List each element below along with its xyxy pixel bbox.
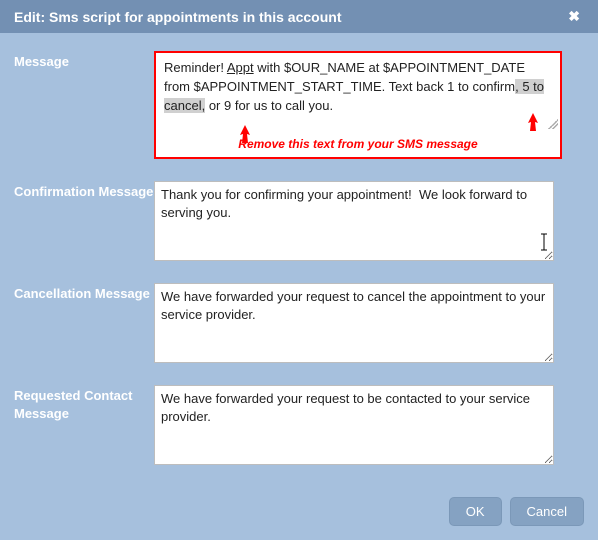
- requested-label: Requested Contact Message: [14, 385, 154, 422]
- row-confirmation: Confirmation Message: [14, 181, 584, 261]
- message-textarea[interactable]: Reminder! Appt with $OUR_NAME at $APPOIN…: [158, 55, 558, 133]
- cancellation-label: Cancellation Message: [14, 283, 154, 303]
- row-cancellation: Cancellation Message: [14, 283, 584, 363]
- resize-handle-icon[interactable]: [548, 119, 558, 129]
- cancellation-textarea[interactable]: [154, 283, 554, 363]
- confirmation-textarea[interactable]: [154, 181, 554, 261]
- message-field-wrap: Reminder! Appt with $OUR_NAME at $APPOIN…: [154, 51, 584, 159]
- message-annotation-box: Reminder! Appt with $OUR_NAME at $APPOIN…: [154, 51, 562, 159]
- close-icon[interactable]: ✖: [564, 8, 584, 25]
- message-label: Message: [14, 51, 154, 71]
- ok-button[interactable]: OK: [449, 497, 502, 526]
- dialog-titlebar[interactable]: Edit: Sms script for appointments in thi…: [0, 0, 598, 33]
- annotation-caption: Remove this text from your SMS message: [158, 133, 558, 151]
- edit-sms-dialog: Edit: Sms script for appointments in thi…: [0, 0, 598, 540]
- confirmation-label: Confirmation Message: [14, 181, 154, 201]
- message-text-part: or 9 for us to call you.: [205, 98, 333, 113]
- dialog-title: Edit: Sms script for appointments in thi…: [14, 9, 341, 25]
- message-text-part: Reminder!: [164, 60, 227, 75]
- cancel-button[interactable]: Cancel: [510, 497, 584, 526]
- dialog-footer: OK Cancel: [0, 497, 598, 540]
- annotation-arrow-icon: [526, 113, 538, 129]
- row-message: Message Reminder! Appt with $OUR_NAME at…: [14, 51, 584, 159]
- row-requested: Requested Contact Message: [14, 385, 584, 465]
- message-text-underlined: Appt: [227, 60, 254, 75]
- requested-field-wrap: [154, 385, 584, 465]
- confirmation-field-wrap: [154, 181, 584, 261]
- cancellation-field-wrap: [154, 283, 584, 363]
- dialog-body: Message Reminder! Appt with $OUR_NAME at…: [0, 33, 598, 497]
- requested-textarea[interactable]: [154, 385, 554, 465]
